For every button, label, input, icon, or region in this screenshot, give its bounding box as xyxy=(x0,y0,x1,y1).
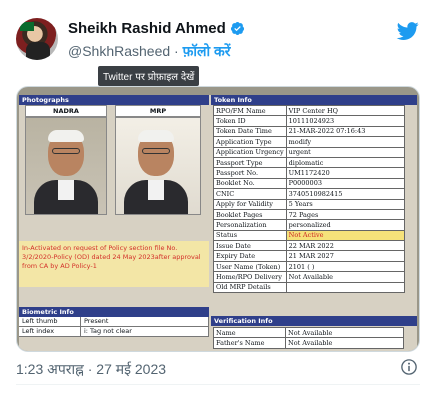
table-row: Personalization personalized xyxy=(213,219,405,231)
table-row: Token Date Time 21-MAR-2022 07:16:43 xyxy=(213,125,405,138)
table-row: Home/RPO Delivery Not Available xyxy=(213,271,405,283)
row-key: Application Type xyxy=(213,136,287,148)
row-value: 72 Pages xyxy=(285,208,405,221)
passport-record-document: Photographs Token Info NADRA MRP In-Acti… xyxy=(19,95,417,351)
row-key: Personalization xyxy=(213,219,287,231)
verified-badge-icon xyxy=(230,21,244,36)
row-key: Issue Date xyxy=(213,240,287,252)
row-key: Booklet Pages xyxy=(213,208,287,221)
row-key: Old MRP Details xyxy=(213,281,287,294)
row-key: Passport No. xyxy=(213,167,287,179)
biometric-table: Left thumb Present Left index i: Tag not… xyxy=(19,317,209,337)
mrp-photo xyxy=(115,117,201,215)
cropped-action-row xyxy=(16,392,420,400)
row-value: UM1172420 xyxy=(285,167,405,179)
row-value: personalized xyxy=(285,219,405,231)
author-handle[interactable]: @ShkhRasheed xyxy=(68,43,170,59)
nadra-label: NADRA xyxy=(25,105,107,117)
tweet-timestamp[interactable]: 1:23 अपराह्न · 27 मई 2023 xyxy=(16,360,166,379)
info-icon[interactable] xyxy=(400,358,418,376)
token-info-header: Token Info xyxy=(211,95,417,105)
profile-tooltip: Twitter पर प्रोफ़ाइल देखें xyxy=(98,66,200,86)
handle-row: @ShkhRasheed · फ़ॉलो करें xyxy=(68,42,231,61)
table-row: Booklet Pages 72 Pages xyxy=(213,208,405,221)
biometric-value: Present xyxy=(81,317,209,326)
table-row: Passport No. UM1172420 xyxy=(213,167,405,179)
row-value: P0000003 xyxy=(285,177,405,190)
row-key: Passport Type xyxy=(213,156,287,169)
biometric-key: Left index xyxy=(19,327,81,336)
row-value: 21 MAR 2027 xyxy=(285,250,405,262)
table-row: Booklet No. P0000003 xyxy=(213,177,405,190)
table-row: Application Type modify xyxy=(213,136,405,148)
row-key: Expiry Date xyxy=(213,250,287,262)
table-row: Old MRP Details xyxy=(213,281,405,294)
table-row: User Name (Token) 2101 ( ) xyxy=(213,260,405,273)
row-key: Application Urgency xyxy=(213,146,287,158)
row-value: Not Active xyxy=(285,229,405,242)
row-value xyxy=(285,281,405,294)
table-row: RPO/FM Name VIP Center HQ xyxy=(213,104,405,117)
table-row: Left thumb Present xyxy=(19,317,209,327)
row-value: 2101 ( ) xyxy=(285,260,405,273)
row-value: 21-MAR-2022 07:16:43 xyxy=(285,125,405,138)
verification-header: Verification Info xyxy=(211,316,417,326)
biometric-key: Left thumb xyxy=(19,317,81,326)
dot-separator: · xyxy=(170,43,183,59)
row-value: 5 Years xyxy=(285,198,405,210)
row-key: Father's Name xyxy=(213,337,286,349)
row-key: Home/RPO Delivery xyxy=(213,271,287,283)
table-row: Token ID 10111024923 xyxy=(213,115,405,127)
row-key: Booklet No. xyxy=(213,177,287,190)
table-row: Status Not Active xyxy=(213,229,405,242)
table-row: Left index i: Tag not clear xyxy=(19,327,209,337)
table-row: CNIC 3740510982415 xyxy=(213,188,405,200)
token-info-table: RPO/FM Name VIP Center HQ Token ID 10111024… xyxy=(213,104,405,294)
table-row: Application Urgency urgent xyxy=(213,146,405,158)
table-row: Passport Type diplomatic xyxy=(213,156,405,169)
photographs-header: Photographs xyxy=(19,95,209,105)
row-key: Token Date Time xyxy=(213,125,287,138)
tweet-media-image[interactable]: Photographs Token Info NADRA MRP In-Acti… xyxy=(16,86,420,352)
twitter-bird-icon[interactable] xyxy=(396,20,420,42)
row-key: Token ID xyxy=(213,115,287,127)
table-row: Expiry Date 21 MAR 2027 xyxy=(213,250,405,262)
divider xyxy=(16,384,420,385)
verification-table: Name Not Available Father's Name Not Availa… xyxy=(213,326,404,349)
row-value: Not Available xyxy=(285,271,405,283)
table-row: Apply for Validity 5 Years xyxy=(213,198,405,210)
author-name[interactable]: Sheikh Rashid Ahmed xyxy=(68,20,226,37)
avatar-figure xyxy=(26,42,50,60)
nadra-photo xyxy=(25,117,107,215)
flag-shape xyxy=(20,22,34,31)
biometric-header: Biometric Info xyxy=(19,307,209,317)
row-value: 10111024923 xyxy=(285,115,405,127)
table-row: Name Not Available xyxy=(213,326,404,339)
tweet-card: Sheikh Rashid Ahmed @ShkhRasheed · फ़ॉलो… xyxy=(0,0,436,400)
row-key: RPO/FM Name xyxy=(213,104,287,117)
row-value: VIP Center HQ xyxy=(285,104,405,117)
row-key: Apply for Validity xyxy=(213,198,287,210)
row-key: CNIC xyxy=(213,188,287,200)
row-value: diplomatic xyxy=(285,156,405,169)
table-row: Father's Name Not Available xyxy=(213,337,404,349)
row-key: User Name (Token) xyxy=(213,260,287,273)
inactivation-note: In-Activated on request of Policy sectio… xyxy=(19,241,209,287)
row-value: 3740510982415 xyxy=(285,188,405,200)
row-key: Name xyxy=(213,326,286,339)
follow-button[interactable]: फ़ॉलो करें xyxy=(183,43,231,59)
row-value: Not Available xyxy=(285,337,404,349)
row-key: Status xyxy=(213,229,287,242)
row-value: modify xyxy=(285,136,405,148)
avatar[interactable] xyxy=(16,18,58,60)
mrp-label: MRP xyxy=(115,105,201,117)
row-value: 22 MAR 2022 xyxy=(285,240,405,252)
table-row: Issue Date 22 MAR 2022 xyxy=(213,240,405,252)
biometric-value: i: Tag not clear xyxy=(81,327,209,336)
row-value: Not Available xyxy=(285,326,404,339)
author-row: Sheikh Rashid Ahmed xyxy=(68,20,245,37)
row-value: urgent xyxy=(285,146,405,158)
